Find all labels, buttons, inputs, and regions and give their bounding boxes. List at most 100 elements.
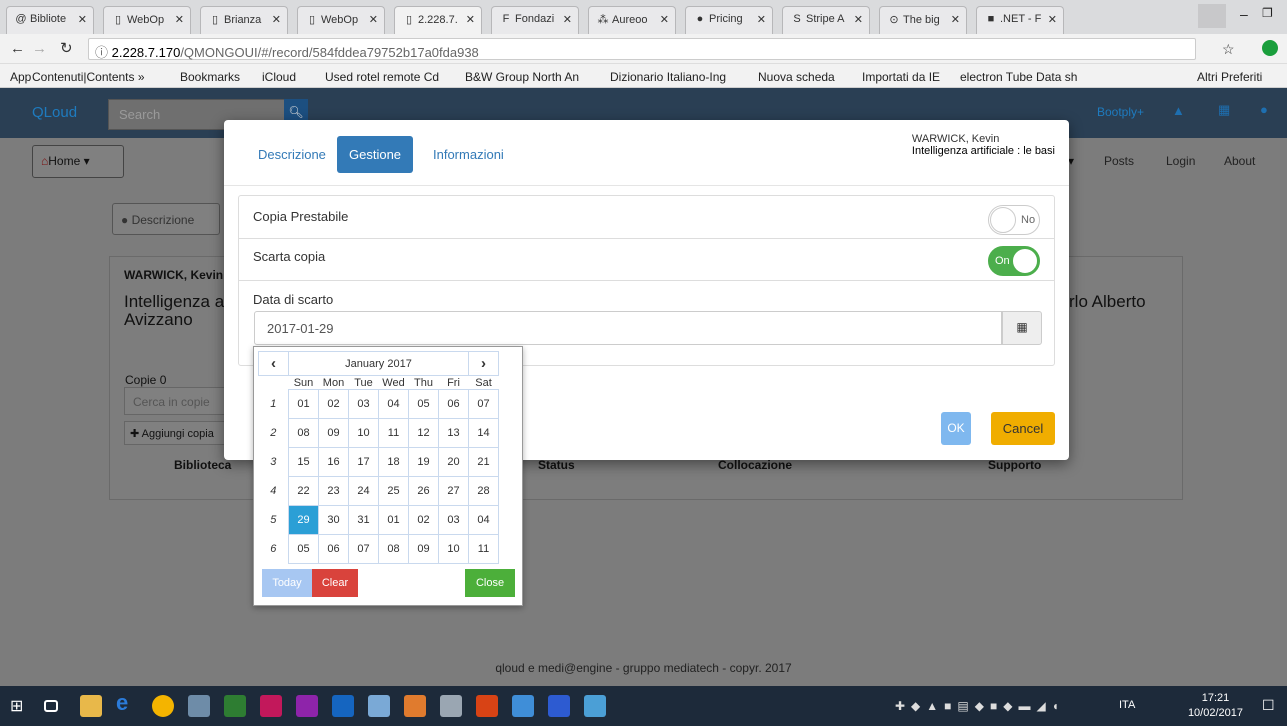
tab-gestione[interactable]: Gestione <box>337 136 414 173</box>
tab-informazioni[interactable]: Informazioni <box>421 136 516 173</box>
bookmark-item[interactable]: Importati da IE <box>862 70 940 84</box>
system-tray-icons[interactable]: ✚◆▲■▤◆■◆▬◢◖ <box>895 699 1065 713</box>
calendar-day[interactable]: 14 <box>468 418 499 448</box>
reload-icon[interactable]: ↻ <box>60 39 73 57</box>
browser-tab[interactable]: ▯ 2.228.7. ✕ <box>394 6 482 34</box>
calendar-day[interactable]: 10 <box>348 418 379 448</box>
calendar-day[interactable]: 11 <box>468 534 499 564</box>
browser-tab[interactable]: F Fondazi ✕ <box>491 6 579 34</box>
calendar-day[interactable]: 02 <box>318 389 349 419</box>
close-button[interactable]: Close <box>465 569 515 597</box>
browser-tab[interactable]: ▯ Brianza ✕ <box>200 6 288 34</box>
calendar-day[interactable]: 01 <box>378 505 409 535</box>
calendar-day[interactable]: 03 <box>438 505 469 535</box>
calendar-day[interactable]: 09 <box>408 534 439 564</box>
calendar-day[interactable]: 08 <box>288 418 319 448</box>
excel-icon[interactable] <box>224 695 246 717</box>
calendar-day[interactable]: 04 <box>378 389 409 419</box>
language-indicator[interactable]: ITA <box>1119 699 1135 711</box>
tab-close-icon[interactable]: ✕ <box>272 13 281 26</box>
app3-icon[interactable] <box>512 695 534 717</box>
bookmark-item[interactable]: B&W Group North An <box>465 70 579 84</box>
calendar-day[interactable]: 24 <box>348 476 379 506</box>
network-app-icon[interactable] <box>368 695 390 717</box>
user-profile-icon[interactable] <box>1198 4 1226 28</box>
user-icon[interactable]: ● <box>1260 102 1268 117</box>
paint-icon[interactable] <box>440 695 462 717</box>
forward-icon[interactable]: → <box>32 40 47 57</box>
nav-about[interactable]: About <box>1224 154 1255 168</box>
bookmark-item[interactable]: App <box>10 70 31 84</box>
browser-tab[interactable]: ▯ WebOp ✕ <box>297 6 385 34</box>
cancel-button[interactable]: Cancel <box>991 412 1055 445</box>
tab-close-icon[interactable]: ✕ <box>854 13 863 26</box>
bookmark-item[interactable]: Contenuti|Contents » <box>32 70 145 84</box>
app5-icon[interactable] <box>584 695 606 717</box>
tab-close-icon[interactable]: ✕ <box>78 13 87 26</box>
browser-tab[interactable]: ■ .NET - F ✕ <box>976 6 1064 34</box>
extension-icon[interactable] <box>1262 40 1278 56</box>
date-input[interactable]: 2017-01-29 <box>254 311 1002 345</box>
calendar-day[interactable]: 03 <box>348 389 379 419</box>
calendar-day[interactable]: 30 <box>318 505 349 535</box>
tab-close-icon[interactable]: ✕ <box>563 13 572 26</box>
app4-icon[interactable] <box>548 695 570 717</box>
notifications-icon[interactable]: ☐ <box>1262 697 1275 714</box>
tab-close-icon[interactable]: ✕ <box>951 13 960 26</box>
clear-button[interactable]: Clear <box>312 569 358 597</box>
calendar-day[interactable]: 05 <box>408 389 439 419</box>
calendar-day[interactable]: 20 <box>438 447 469 477</box>
browser-tab[interactable]: ● Pricing ✕ <box>685 6 773 34</box>
calendar-day[interactable]: 31 <box>348 505 379 535</box>
calendar-day[interactable]: 19 <box>408 447 439 477</box>
calendar-day[interactable]: 28 <box>468 476 499 506</box>
calendar-day[interactable]: 29 <box>288 505 319 535</box>
nav-login[interactable]: Login <box>1166 154 1195 168</box>
bg-descrizione-button[interactable]: ● Descrizione <box>112 203 220 235</box>
tab-close-icon[interactable]: ✕ <box>175 13 184 26</box>
calendar-day[interactable]: 18 <box>378 447 409 477</box>
bookmark-item[interactable]: Bookmarks <box>180 70 240 84</box>
ok-button[interactable]: OK <box>941 412 971 445</box>
calendar-day[interactable]: 22 <box>288 476 319 506</box>
calendar-day[interactable]: 06 <box>438 389 469 419</box>
calendar-day[interactable]: 15 <box>288 447 319 477</box>
onenote-icon[interactable] <box>296 695 318 717</box>
calendar-day[interactable]: 02 <box>408 505 439 535</box>
bookmark-star-icon[interactable]: ☆ <box>1222 41 1235 58</box>
tab-close-icon[interactable]: ✕ <box>660 13 669 26</box>
tool-icon[interactable] <box>404 695 426 717</box>
bookmark-item[interactable]: Nuova scheda <box>758 70 835 84</box>
browser-tab[interactable]: ▯ WebOp ✕ <box>103 6 191 34</box>
bookmark-item[interactable]: Altri Preferiti <box>1197 70 1262 84</box>
tab-descrizione[interactable]: Descrizione <box>246 136 338 173</box>
toggle-scarta-copia[interactable]: On <box>988 246 1040 276</box>
calendar-day[interactable]: 21 <box>468 447 499 477</box>
nav-posts[interactable]: Posts <box>1104 154 1134 168</box>
calendar-day[interactable]: 09 <box>318 418 349 448</box>
chrome-icon[interactable] <box>152 695 174 717</box>
url-input[interactable]: ⓘ 2.228.7.170/QMONGOUI/#/record/584fddea… <box>88 38 1196 60</box>
task-view-icon[interactable] <box>44 700 58 712</box>
minimize-icon[interactable]: – <box>1240 6 1248 22</box>
app2-icon[interactable] <box>476 695 498 717</box>
edge-icon[interactable]: e <box>116 690 138 715</box>
calendar-day[interactable]: 10 <box>438 534 469 564</box>
calendar-day[interactable]: 04 <box>468 505 499 535</box>
calendar-day[interactable]: 27 <box>438 476 469 506</box>
bookmark-item[interactable]: Dizionario Italiano-Ing <box>610 70 726 84</box>
calendar-day[interactable]: 12 <box>408 418 439 448</box>
calendar-day[interactable]: 13 <box>438 418 469 448</box>
calendar-day[interactable]: 11 <box>378 418 409 448</box>
browser-tab[interactable]: ⁂ Aureoo ✕ <box>588 6 676 34</box>
calendar-day[interactable]: 17 <box>348 447 379 477</box>
calendar-day[interactable]: 16 <box>318 447 349 477</box>
calendar-day[interactable]: 07 <box>468 389 499 419</box>
brand-logo[interactable]: QLoud <box>32 104 77 121</box>
file-explorer-icon[interactable] <box>80 695 102 717</box>
toggle-copia-prestabile[interactable]: No <box>988 205 1040 235</box>
cerca-copie-input[interactable]: Cerca in copie <box>124 387 234 415</box>
calendar-day[interactable]: 06 <box>318 534 349 564</box>
browser-tab[interactable]: @ Bibliote ✕ <box>6 6 94 34</box>
tab-close-icon[interactable]: ✕ <box>1048 13 1057 26</box>
